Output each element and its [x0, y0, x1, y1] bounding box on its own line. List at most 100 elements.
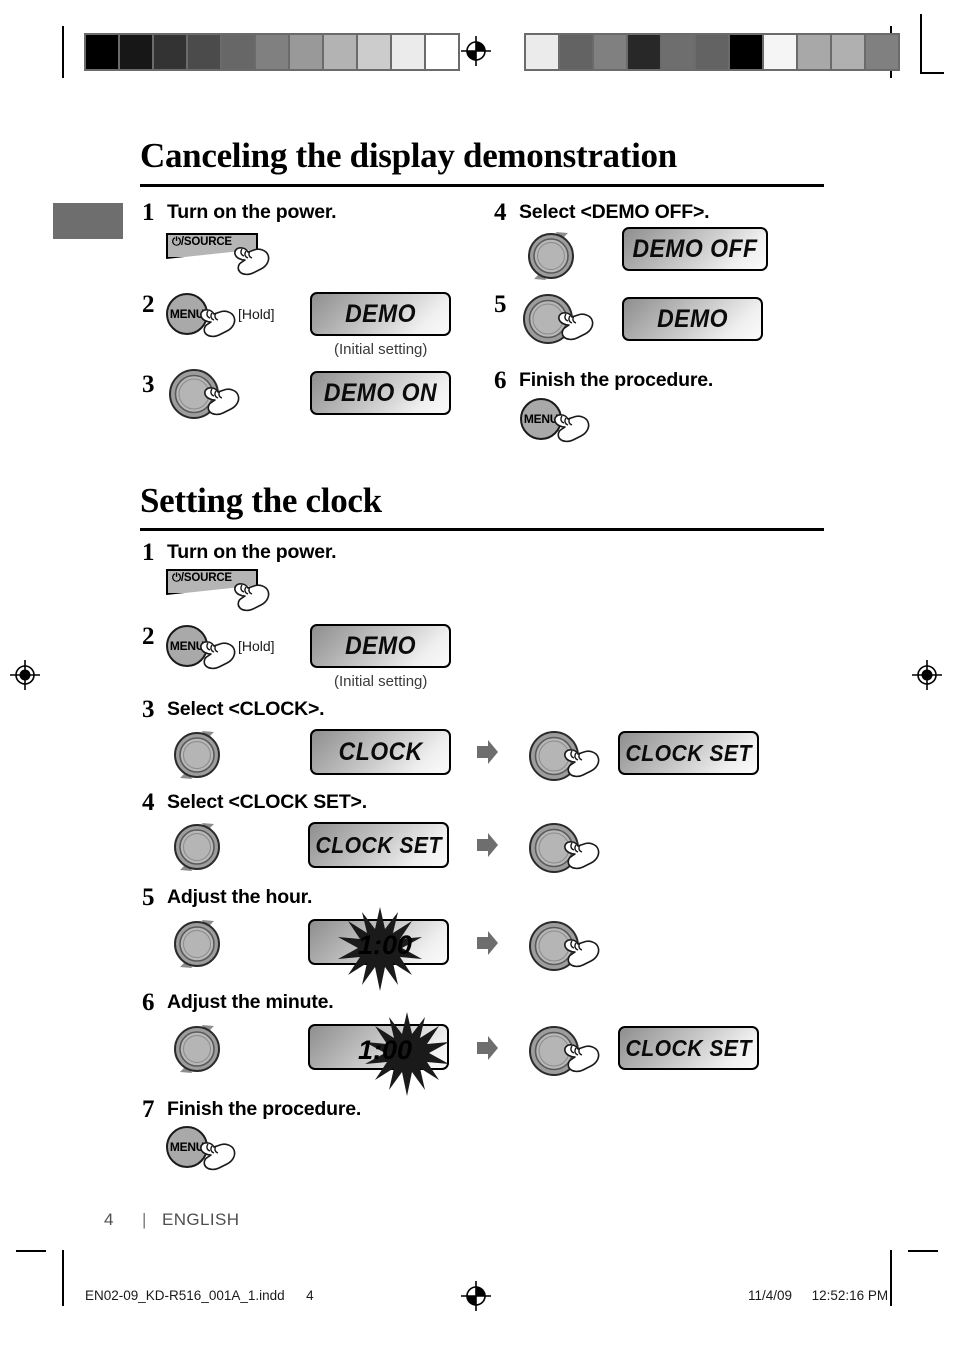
section-title-canceling-demo: Canceling the display demonstration: [140, 136, 677, 175]
step-number: 7: [142, 1096, 155, 1123]
calibration-swatch: [662, 35, 696, 69]
step-number: 6: [142, 989, 155, 1016]
power-icon: ⏻: [172, 236, 181, 248]
step-number: 1: [142, 539, 155, 566]
step-number: 2: [142, 291, 155, 318]
registration-mark-bottom-center: [461, 1281, 491, 1311]
step-caption: Select <DEMO OFF>.: [519, 201, 710, 223]
calibration-swatch: [188, 35, 222, 69]
calibration-swatch: [290, 35, 324, 69]
lcd-text: CLOCK: [338, 737, 423, 766]
menu-button[interactable]: MENU: [166, 293, 208, 335]
rotary-knob-press[interactable]: [168, 368, 220, 420]
step-number: 2: [142, 623, 155, 650]
crop-mark-top-left-vertical: [62, 26, 64, 78]
lcd-display-hour-blink: 1:00: [308, 907, 449, 991]
step-caption: Turn on the power.: [167, 541, 337, 563]
calibration-swatch: [628, 35, 662, 69]
lcd-text: DEMO ON: [323, 378, 438, 407]
calibration-swatch: [392, 35, 426, 69]
rotary-knob-rotate[interactable]: [168, 915, 220, 968]
lcd-text: CLOCK SET: [625, 1034, 752, 1061]
section-title-setting-clock: Setting the clock: [140, 481, 382, 520]
power-icon: ⏻: [172, 572, 181, 584]
rotary-knob-rotate[interactable]: [168, 726, 220, 779]
lcd-display: DEMO ON: [310, 371, 451, 415]
power-source-button-label: ⏻/SOURCE: [172, 236, 232, 249]
power-source-text: /SOURCE: [180, 572, 232, 584]
rotary-knob-press[interactable]: [528, 822, 580, 874]
menu-button-label: MENU: [169, 1140, 205, 1154]
registration-mark-top-center: [461, 36, 491, 66]
power-source-button[interactable]: ⏻/SOURCE: [166, 233, 258, 259]
power-source-button[interactable]: ⏻/SOURCE: [166, 569, 258, 595]
registration-mark-right-middle: [912, 660, 942, 690]
menu-button-label: MENU: [169, 639, 205, 653]
lcd-display: DEMO: [310, 292, 451, 336]
calibration-bar-left: [84, 33, 460, 71]
print-filename-text: EN02-09_KD-R516_001A_1.indd: [85, 1288, 285, 1303]
print-time-text: 12:52:16 PM: [811, 1288, 889, 1303]
registration-mark-left-middle: [10, 660, 40, 690]
calibration-swatch: [866, 35, 898, 69]
step-number: 4: [142, 789, 155, 816]
section-rule-setting-clock: [140, 528, 824, 531]
hold-hint: [Hold]: [238, 306, 275, 322]
section-rule-canceling-demo: [140, 184, 824, 187]
calibration-swatch: [222, 35, 256, 69]
rotary-knob-rotate[interactable]: [168, 818, 220, 871]
menu-button[interactable]: MENU: [166, 1126, 208, 1168]
lcd-display: CLOCK SET: [308, 822, 449, 868]
calibration-swatch: [560, 35, 594, 69]
rotary-knob-press[interactable]: [528, 730, 580, 782]
menu-button[interactable]: MENU: [166, 625, 208, 667]
step-number: 6: [494, 367, 507, 394]
rotary-knob-rotate[interactable]: [168, 1020, 220, 1073]
power-source-text: /SOURCE: [180, 236, 232, 248]
step-caption: Adjust the hour.: [167, 886, 313, 908]
calibration-swatch: [730, 35, 764, 69]
rotary-knob-press[interactable]: [522, 293, 574, 345]
lcd-text: DEMO: [345, 631, 416, 660]
calibration-swatch: [154, 35, 188, 69]
crop-mark-bottom-right-vertical: [890, 1250, 892, 1306]
section-side-tab: [53, 203, 123, 239]
lcd-clock-text: 1:00: [358, 930, 413, 960]
rotary-knob-rotate[interactable]: [522, 227, 574, 280]
rotary-knob-press[interactable]: [528, 1025, 580, 1077]
rotary-knob-press[interactable]: [528, 920, 580, 972]
calibration-swatch: [256, 35, 290, 69]
step-number: 5: [142, 884, 155, 911]
hold-hint: [Hold]: [238, 638, 275, 654]
step-caption: Finish the procedure.: [519, 369, 714, 391]
calibration-swatch: [324, 35, 358, 69]
crop-mark-top-far-right-horizontal: [920, 72, 944, 74]
step-arrow-icon: [477, 1035, 499, 1061]
step-number: 3: [142, 696, 155, 723]
crop-mark-bottom-right-horizontal: [908, 1250, 938, 1252]
calibration-swatch: [798, 35, 832, 69]
lcd-text: DEMO: [657, 304, 728, 333]
lcd-display: CLOCK: [310, 729, 451, 775]
calibration-swatch: [358, 35, 392, 69]
step-caption: Finish the procedure.: [167, 1098, 362, 1120]
crop-mark-top-far-right-vertical: [920, 14, 922, 72]
crop-mark-bottom-left-vertical: [62, 1250, 64, 1306]
menu-button[interactable]: MENU: [520, 398, 562, 440]
step-number: 5: [494, 291, 507, 318]
calibration-swatch: [832, 35, 866, 69]
calibration-bar-right: [524, 33, 900, 71]
lcd-text: CLOCK SET: [625, 739, 752, 766]
initial-setting-note: (Initial setting): [334, 673, 428, 690]
calibration-swatch: [120, 35, 154, 69]
step-caption: Select <CLOCK SET>.: [167, 791, 367, 813]
print-filename: EN02-09_KD-R516_001A_1.indd 4: [85, 1288, 314, 1303]
step-caption: Adjust the minute.: [167, 991, 334, 1013]
power-source-button-label: ⏻/SOURCE: [172, 572, 232, 585]
calibration-swatch: [526, 35, 560, 69]
lcd-display: DEMO OFF: [622, 227, 768, 271]
calibration-swatch: [594, 35, 628, 69]
calibration-swatch: [764, 35, 798, 69]
lcd-display: DEMO: [310, 624, 451, 668]
step-arrow-icon: [477, 832, 499, 858]
